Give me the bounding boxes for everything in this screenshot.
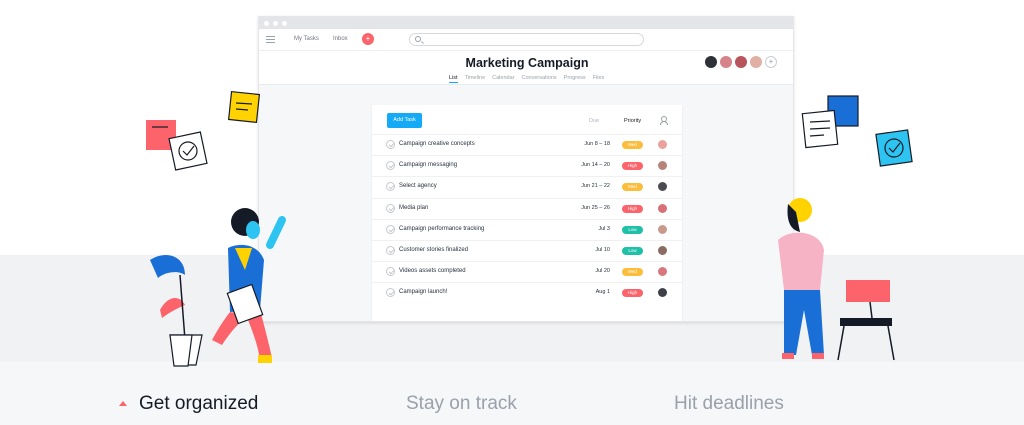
checkmark-circle-icon[interactable] bbox=[386, 245, 395, 255]
assignee-avatar[interactable] bbox=[658, 182, 667, 192]
table-row[interactable]: Campaign launch! Aug 1 High bbox=[372, 282, 682, 303]
checkmark-circle-icon[interactable] bbox=[386, 224, 395, 234]
task-due-date: Jun 21 – 22 bbox=[581, 183, 610, 190]
task-due-date: Jul 10 bbox=[595, 246, 610, 253]
avatar[interactable] bbox=[705, 56, 717, 68]
nav-inbox[interactable]: Inbox bbox=[333, 36, 348, 42]
add-task-button[interactable]: Add Task bbox=[387, 113, 422, 128]
woman-on-phone-illustration bbox=[778, 198, 895, 361]
project-header: Marketing Campaign List Timeline Calenda… bbox=[259, 51, 793, 85]
column-header-priority[interactable]: Priority bbox=[624, 118, 641, 124]
tab-timeline[interactable]: Timeline bbox=[465, 75, 486, 83]
team-avatars: + bbox=[705, 56, 777, 68]
table-row[interactable]: Campaign messaging Jun 14 – 20 High bbox=[372, 155, 682, 176]
window-dot bbox=[282, 20, 287, 26]
assignee-avatar[interactable] bbox=[658, 140, 667, 149]
sticky-notes-left-illustration bbox=[146, 90, 261, 171]
window-dot bbox=[264, 20, 269, 26]
task-due-date: Jun 8 – 18 bbox=[584, 141, 610, 147]
top-bar: My Tasks Inbox + bbox=[259, 29, 793, 51]
priority-badge[interactable]: Med bbox=[622, 183, 643, 192]
task-name: Campaign creative concepts bbox=[399, 141, 475, 147]
task-rows: Campaign creative concepts Jun 8 – 18 Med C… bbox=[372, 134, 682, 304]
nav-my-tasks[interactable]: My Tasks bbox=[294, 36, 319, 42]
column-header-due[interactable]: Due bbox=[589, 118, 599, 124]
task-name: Select agency bbox=[399, 183, 437, 190]
checkmark-circle-icon[interactable] bbox=[386, 288, 395, 298]
search-icon bbox=[415, 36, 421, 42]
avatar[interactable] bbox=[750, 56, 762, 68]
checkmark-circle-icon[interactable] bbox=[386, 140, 395, 149]
task-name: Campaign performance tracking bbox=[399, 225, 485, 232]
checkmark-circle-icon[interactable] bbox=[386, 203, 395, 213]
window-dot bbox=[273, 20, 278, 26]
priority-badge[interactable]: Low bbox=[622, 225, 643, 234]
task-due-date: Jun 14 – 20 bbox=[581, 162, 610, 169]
feature-stay-on-track[interactable]: Stay on track bbox=[406, 393, 517, 415]
task-name: Customer stories finalized bbox=[399, 246, 469, 253]
priority-badge[interactable]: Med bbox=[622, 268, 643, 277]
table-row[interactable]: Select agency Jun 21 – 22 Med bbox=[372, 176, 682, 197]
avatar[interactable] bbox=[720, 56, 732, 68]
task-name: Videos assets completed bbox=[399, 268, 466, 275]
task-due-date: Aug 1 bbox=[595, 289, 610, 296]
tab-conversations[interactable]: Conversations bbox=[521, 75, 556, 83]
priority-badge[interactable]: High bbox=[622, 204, 643, 213]
task-due-date: Jun 25 – 26 bbox=[581, 204, 610, 211]
priority-badge[interactable]: Low bbox=[622, 246, 643, 255]
active-feature-caret-icon bbox=[119, 401, 127, 406]
assignee-avatar[interactable] bbox=[658, 161, 667, 171]
assignee-icon bbox=[659, 116, 668, 125]
menu-icon[interactable] bbox=[266, 36, 275, 43]
task-name: Campaign messaging bbox=[399, 162, 458, 169]
task-list-card: Add Task Due Priority Campaign creative … bbox=[372, 105, 682, 321]
add-member-button[interactable]: + bbox=[765, 56, 777, 68]
priority-badge[interactable]: High bbox=[622, 289, 643, 298]
checkmark-circle-icon[interactable] bbox=[386, 161, 395, 171]
task-name: Campaign launch! bbox=[399, 289, 448, 296]
search-input[interactable] bbox=[409, 33, 644, 46]
tab-progress[interactable]: Progress bbox=[564, 75, 586, 83]
feature-get-organized[interactable]: Get organized bbox=[139, 393, 258, 415]
assignee-avatar[interactable] bbox=[658, 203, 667, 213]
tab-files[interactable]: Files bbox=[593, 75, 605, 83]
window-chrome bbox=[259, 17, 793, 29]
table-row[interactable]: Videos assets completed Jul 20 Med bbox=[372, 261, 682, 282]
checkmark-circle-icon[interactable] bbox=[386, 267, 395, 277]
assignee-avatar[interactable] bbox=[658, 224, 667, 234]
tab-list[interactable]: List bbox=[449, 75, 458, 83]
task-due-date: Jul 20 bbox=[595, 268, 610, 275]
checkmark-circle-icon[interactable] bbox=[386, 182, 395, 192]
task-due-date: Jul 3 bbox=[598, 225, 610, 232]
plant-pot-illustration bbox=[169, 334, 193, 367]
priority-badge[interactable]: Med bbox=[622, 141, 643, 149]
table-row[interactable]: Media plan Jun 25 – 26 High bbox=[372, 197, 682, 219]
assignee-avatar[interactable] bbox=[658, 288, 667, 298]
app-window: My Tasks Inbox + Marketing Campaign List… bbox=[258, 16, 794, 322]
table-row[interactable]: Campaign performance tracking Jul 3 Low bbox=[372, 218, 682, 240]
feature-hit-deadlines[interactable]: Hit deadlines bbox=[674, 393, 784, 415]
priority-badge[interactable]: High bbox=[622, 162, 643, 171]
assignee-avatar[interactable] bbox=[658, 267, 667, 277]
assignee-avatar[interactable] bbox=[658, 245, 667, 255]
project-tabs: List Timeline Calendar Conversations Pro… bbox=[449, 75, 604, 83]
task-name: Media plan bbox=[399, 204, 429, 211]
table-row[interactable]: Customer stories finalized Jul 10 Low bbox=[372, 239, 682, 261]
tab-calendar[interactable]: Calendar bbox=[492, 75, 514, 83]
table-row[interactable]: Campaign creative concepts Jun 8 – 18 Med bbox=[372, 134, 682, 155]
sticky-notes-right-illustration bbox=[801, 95, 913, 167]
plus-icon[interactable]: + bbox=[362, 33, 374, 45]
avatar[interactable] bbox=[735, 56, 747, 68]
